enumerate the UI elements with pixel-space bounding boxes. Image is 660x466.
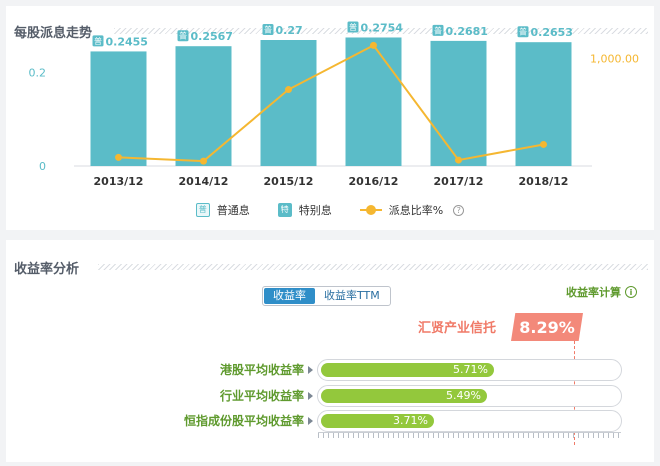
regular-dividend-label-icon-text: 普 [349,22,357,32]
x-axis-tick-label: 2013/12 [94,175,144,188]
right-axis-tick-label: 1,000.00 [590,52,639,65]
regular-dividend-label-icon-text: 普 [179,31,187,41]
yield-value: 3.71% [393,414,428,427]
x-axis-tick-label: 2015/12 [264,175,314,188]
x-axis-tick-label: 2018/12 [519,175,569,188]
payout-ratio-point [285,86,292,94]
regular-dividend-label-icon-text: 普 [94,36,102,46]
legend-special-dividend[interactable]: 特 特别息 [277,202,332,218]
regular-dividend-label-icon-text: 普 [264,25,272,35]
bar-data-label: 0.2653 [531,26,573,39]
regular-dividend-icon: 普 [195,203,210,217]
yield-section-title: 收益率分析 [14,262,80,277]
yield-row-label: 港股平均收益率 [219,363,304,377]
x-axis-tick-label: 2014/12 [179,175,229,188]
tab-yield[interactable]: 收益率 [264,288,315,304]
dividend-chart: 0 0.2 1,000.00 2013/12 普 0.2455 2014/12 普 0.2567… [29,21,639,188]
yield-analysis-panel: 收益率分析 收益率 收益率TTM 收益率计算 i 汇贤产业信托 8.29% 港股… [6,240,654,462]
bar-data-label: 0.2567 [191,30,233,43]
yield-bar-track: 5.71% [317,359,622,381]
regular-dividend-label-icon-text: 普 [434,25,442,35]
yield-row-label: 行业平均收益率 [219,389,304,403]
arrow-right-icon [308,366,313,374]
yield-row-label: 恒指成份股平均收益率 [183,414,304,428]
bar-data-label: 0.2681 [446,25,488,38]
dividend-trend-panel: 每股派息走势 0 0.2 1,000.00 2013/12 普 0.2455 2014/12… [6,6,654,230]
yield-bar-fill: 5.49% [321,389,487,403]
help-icon[interactable]: ? [453,204,465,216]
bar-data-label: 0.2754 [361,21,404,34]
special-dividend-icon: 特 [277,203,292,217]
company-yield-badge: 8.29% [511,313,583,341]
info-icon: i [625,286,637,298]
regular-dividend-label-icon-text: 普 [519,27,527,37]
company-name: 汇贤产业信托 [418,321,497,336]
chart-legend: 普 普通息 特 特别息 派息比率% ? [6,202,654,218]
arrow-right-icon [308,417,313,425]
dividend-bar [430,40,487,166]
legend-special-label: 特别息 [298,204,332,217]
legend-payout-label: 派息比率% [388,204,444,217]
legend-regular-label: 普通息 [216,204,250,217]
x-axis-tick-label: 2016/12 [349,175,399,188]
payout-ratio-point [455,156,462,164]
yield-calc-link[interactable]: 收益率计算 i [566,284,637,300]
bar-data-label: 0.27 [276,24,303,37]
bar-data-label: 0.2455 [106,35,148,48]
left-axis-tick-label: 0 [39,160,46,173]
legend-payout-ratio[interactable]: 派息比率% ? [359,202,465,218]
yield-row-hsi-constituents: 恒指成份股平均收益率 3.71% [6,410,654,432]
yield-row-hk-market: 港股平均收益率 5.71% [6,359,654,381]
dividend-bar [175,46,232,166]
x-axis-tick-label: 2017/12 [434,175,484,188]
yield-bar-fill: 3.71% [321,414,434,428]
tab-yield-ttm[interactable]: 收益率TTM [315,288,389,304]
legend-regular-dividend[interactable]: 普 普通息 [195,202,250,218]
yield-value: 5.71% [453,363,488,376]
yield-bar-fill: 5.71% [321,363,494,377]
yield-bar-track: 5.49% [317,385,622,407]
left-axis-tick-label: 0.2 [29,67,47,80]
dividend-bar [90,51,147,166]
arrow-right-icon [308,392,313,400]
section-title-divider [98,264,648,270]
dividend-bar [345,37,402,167]
yield-type-toggle: 收益率 收益率TTM [262,286,391,306]
payout-ratio-point [115,153,122,161]
yield-bar-track: 3.71% [317,410,622,432]
payout-line-icon [359,204,382,216]
yield-calc-label: 收益率计算 [566,286,621,299]
yield-row-industry: 行业平均收益率 5.49% [6,385,654,407]
payout-ratio-point [200,157,207,165]
payout-ratio-point [370,41,377,49]
yield-scale-ticks [318,432,621,438]
payout-ratio-point [540,140,547,148]
dividend-bar [260,40,317,166]
yield-value: 5.49% [446,389,481,402]
